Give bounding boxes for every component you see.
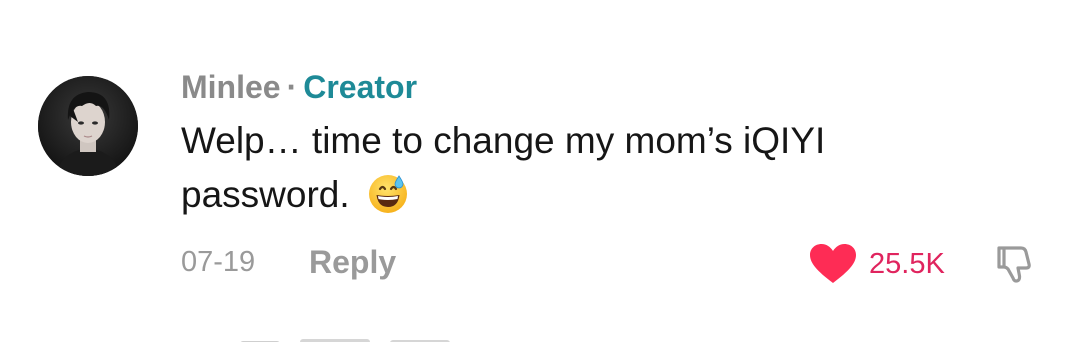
like-count: 25.5K <box>869 247 945 280</box>
reply-button[interactable]: Reply <box>309 244 396 281</box>
comment-body: Welp… time to change my mom’s iQIYI pass… <box>181 120 826 215</box>
comment-text: Welp… time to change my mom’s iQIYI pass… <box>181 114 981 222</box>
comment-date: 07-19 <box>181 246 256 278</box>
comment-footer: 07-19 Reply 25.5K <box>181 240 1051 288</box>
next-comment-peek <box>230 334 510 342</box>
heart-icon <box>810 244 856 283</box>
thumbs-down-icon <box>997 246 1031 283</box>
avatar-image <box>38 76 138 176</box>
meta-separator: · <box>286 68 298 105</box>
creator-badge: Creator <box>303 68 418 105</box>
comment-item: Minlee · Creator Welp… time to change my… <box>0 0 1080 342</box>
dislike-button[interactable] <box>991 242 1035 286</box>
like-button[interactable]: 25.5K <box>809 240 945 288</box>
comment-meta: Minlee · Creator <box>181 64 417 110</box>
avatar[interactable] <box>38 76 138 176</box>
username[interactable]: Minlee <box>181 69 281 106</box>
grinning-face-with-sweat-icon <box>366 171 410 215</box>
